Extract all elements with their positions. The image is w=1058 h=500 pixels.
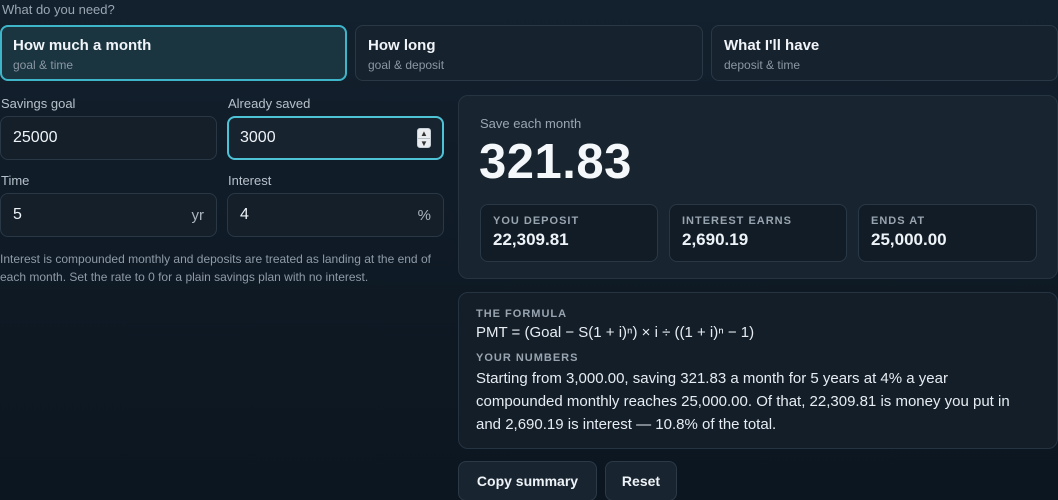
interest-label: Interest <box>228 173 272 188</box>
mode-selector: How much a month goal & time How long go… <box>0 25 1058 81</box>
result-card: Save each month 321.83 YOU DEPOSIT 22,30… <box>458 95 1058 279</box>
mode-what-ill-have[interactable]: What I'll have deposit & time <box>711 25 1058 81</box>
mode-prompt: What do you need? <box>2 2 115 17</box>
mode-how-long[interactable]: How long goal & deposit <box>355 25 703 81</box>
already-saved-label: Already saved <box>228 96 311 111</box>
stat-key: ENDS AT <box>871 215 926 227</box>
already-saved-value: 3000 <box>240 129 276 146</box>
mode-title: How long <box>368 37 436 54</box>
stat-ends-at: ENDS AT 25,000.00 <box>858 204 1037 262</box>
mode-how-much-a-month[interactable]: How much a month goal & time <box>0 25 347 81</box>
stat-value: 25,000.00 <box>871 230 947 249</box>
formula-heading: THE FORMULA <box>476 308 568 320</box>
interest-unit: % <box>417 206 431 224</box>
numbers-heading: YOUR NUMBERS <box>476 352 579 364</box>
mode-subtitle: goal & time <box>13 58 74 72</box>
formula-text: PMT = (Goal − S(1 + i)ⁿ) × i ÷ ((1 + i)ⁿ… <box>476 324 755 341</box>
savings-goal-input[interactable]: 25000 <box>0 116 217 160</box>
mode-title: How much a month <box>13 37 152 54</box>
stat-interest-earns: INTEREST EARNS 2,690.19 <box>669 204 847 262</box>
time-value: 5 <box>13 206 22 223</box>
spinner-down-icon[interactable]: ▼ <box>418 138 430 147</box>
mode-title: What I'll have <box>724 37 820 54</box>
already-saved-input[interactable]: 3000 ▲ ▼ <box>227 116 444 160</box>
savings-goal-label: Savings goal <box>1 96 76 111</box>
time-label: Time <box>1 173 30 188</box>
stat-key: INTEREST EARNS <box>682 215 792 227</box>
time-input[interactable]: 5 yr <box>0 193 217 237</box>
interest-input[interactable]: 4 % <box>227 193 444 237</box>
result-value: 321.83 <box>479 135 632 189</box>
result-label: Save each month <box>480 116 582 131</box>
stat-you-deposit: YOU DEPOSIT 22,309.81 <box>480 204 658 262</box>
reset-button[interactable]: Reset <box>605 461 677 500</box>
savings-calculator: What do you need? How much a month goal … <box>0 0 1058 500</box>
mode-subtitle: deposit & time <box>724 58 801 72</box>
stat-value: 2,690.19 <box>682 230 749 249</box>
time-unit: yr <box>191 206 205 224</box>
formula-card: THE FORMULA PMT = (Goal − S(1 + i)ⁿ) × i… <box>458 292 1058 449</box>
copy-summary-button[interactable]: Copy summary <box>458 461 597 500</box>
spinner-up-icon[interactable]: ▲ <box>418 129 430 138</box>
interest-value: 4 <box>240 206 249 223</box>
help-text: Interest is compounded monthly and depos… <box>0 252 431 284</box>
stat-key: YOU DEPOSIT <box>493 215 580 227</box>
stat-value: 22,309.81 <box>493 230 569 249</box>
mode-subtitle: goal & deposit <box>368 58 445 72</box>
savings-goal-value: 25000 <box>13 129 58 146</box>
number-spinner-icon[interactable]: ▲ ▼ <box>417 128 431 148</box>
numbers-text: Starting from 3,000.00, saving 321.83 a … <box>476 370 1010 433</box>
